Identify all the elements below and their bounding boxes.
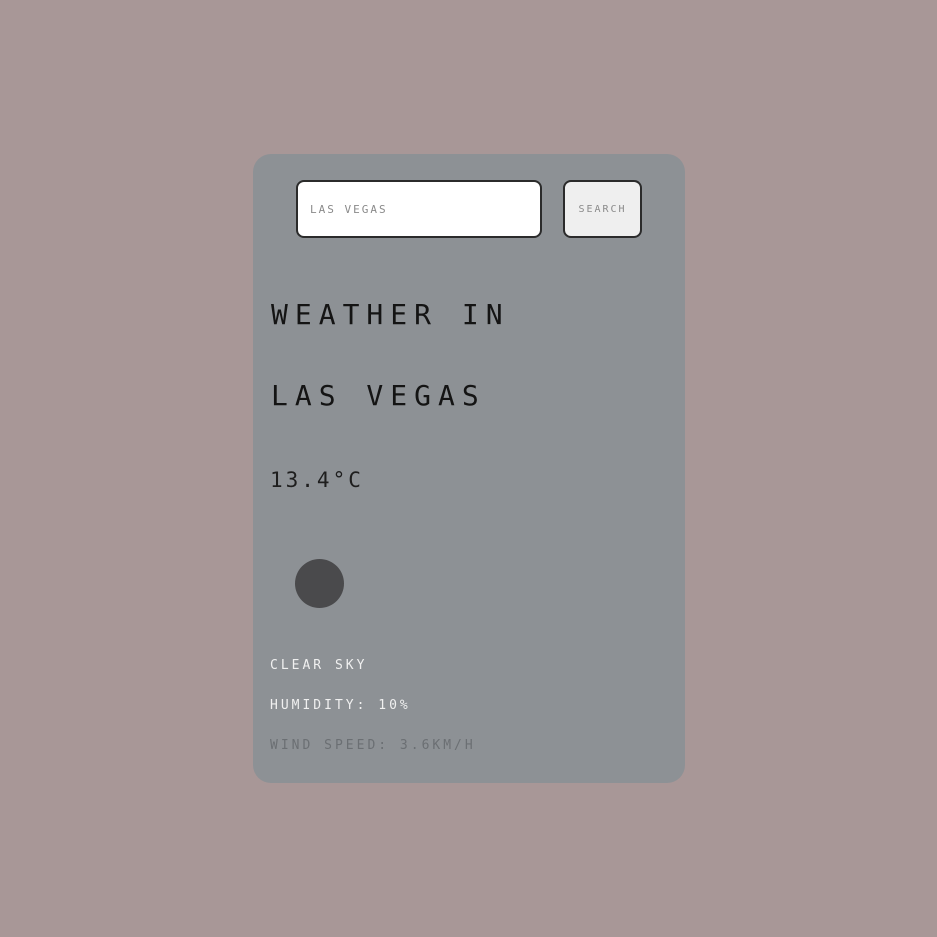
search-bar: Search <box>296 180 642 238</box>
weather-card: Search Weather in Las Vegas 13.4°C Clear… <box>253 154 685 783</box>
search-input[interactable] <box>296 180 542 238</box>
humidity: Humidity: 10% <box>270 698 411 713</box>
wind-speed: Wind speed: 3.6km/h <box>270 738 476 753</box>
weather-icon <box>295 559 344 608</box>
weather-description: Clear sky <box>270 658 368 673</box>
temperature: 13.4°C <box>270 468 364 492</box>
city-title: Weather in Las Vegas <box>271 298 510 412</box>
search-button[interactable]: Search <box>563 180 642 238</box>
